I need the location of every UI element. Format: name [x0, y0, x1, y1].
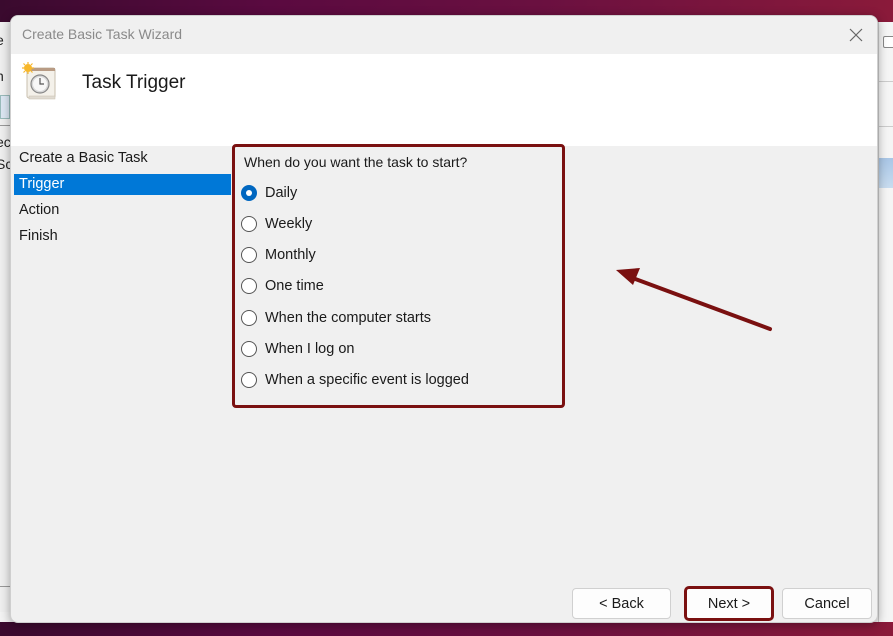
radio-option-weekly[interactable]: Weekly [241, 213, 312, 235]
background-window-tab [0, 95, 10, 119]
radio-button-checked[interactable] [241, 185, 257, 201]
radio-label: When a specific event is logged [265, 372, 469, 388]
radio-button[interactable] [241, 372, 257, 388]
radio-label: Monthly [265, 247, 316, 263]
background-selected-row [879, 158, 893, 188]
radio-label: Daily [265, 185, 298, 201]
radio-option-one-time[interactable]: One time [241, 275, 324, 297]
radio-button[interactable] [241, 341, 257, 357]
radio-option-specific-event[interactable]: When a specific event is logged [241, 369, 469, 391]
radio-option-monthly[interactable]: Monthly [241, 244, 316, 266]
radio-label: When the computer starts [265, 310, 432, 326]
step-finish[interactable]: Finish [14, 226, 231, 247]
step-trigger[interactable]: Trigger [14, 174, 231, 195]
wizard-header: Task Trigger [11, 54, 877, 146]
next-button[interactable]: Next > [684, 586, 774, 621]
background-text-fragment: n [0, 68, 4, 84]
step-action[interactable]: Action [14, 200, 231, 221]
create-basic-task-wizard-dialog: Create Basic Task Wizard Task Trigger Cr… [10, 15, 878, 623]
close-icon [849, 28, 863, 42]
radio-button[interactable] [241, 216, 257, 232]
background-maximize-button[interactable] [883, 36, 893, 48]
radio-label: When I log on [265, 341, 355, 357]
step-create-a-basic-task[interactable]: Create a Basic Task [14, 148, 231, 169]
cancel-button[interactable]: Cancel [782, 588, 872, 619]
radio-label: One time [265, 278, 324, 294]
radio-label: Weekly [265, 216, 313, 232]
radio-button[interactable] [241, 310, 257, 326]
background-text-fragment: e [0, 32, 4, 48]
title-bar: Create Basic Task Wizard [11, 16, 877, 54]
radio-option-log-on[interactable]: When I log on [241, 338, 354, 360]
radio-option-computer-starts[interactable]: When the computer starts [241, 307, 431, 329]
window-title: Create Basic Task Wizard [22, 26, 183, 42]
close-button[interactable] [841, 22, 871, 48]
background-divider [879, 126, 893, 127]
radio-button[interactable] [241, 278, 257, 294]
radio-button[interactable] [241, 247, 257, 263]
background-window-right-edge [878, 22, 893, 622]
scheduled-task-clock-icon [22, 62, 56, 100]
trigger-options-panel: When do you want the task to start? Dail… [231, 146, 877, 622]
back-button[interactable]: < Back [572, 588, 671, 619]
radio-option-daily[interactable]: Daily [241, 182, 297, 204]
wizard-steps-list: Create a Basic Task Trigger Action Finis… [11, 146, 231, 616]
page-title: Task Trigger [82, 72, 186, 93]
background-divider [879, 81, 893, 82]
trigger-question: When do you want the task to start? [244, 154, 468, 170]
